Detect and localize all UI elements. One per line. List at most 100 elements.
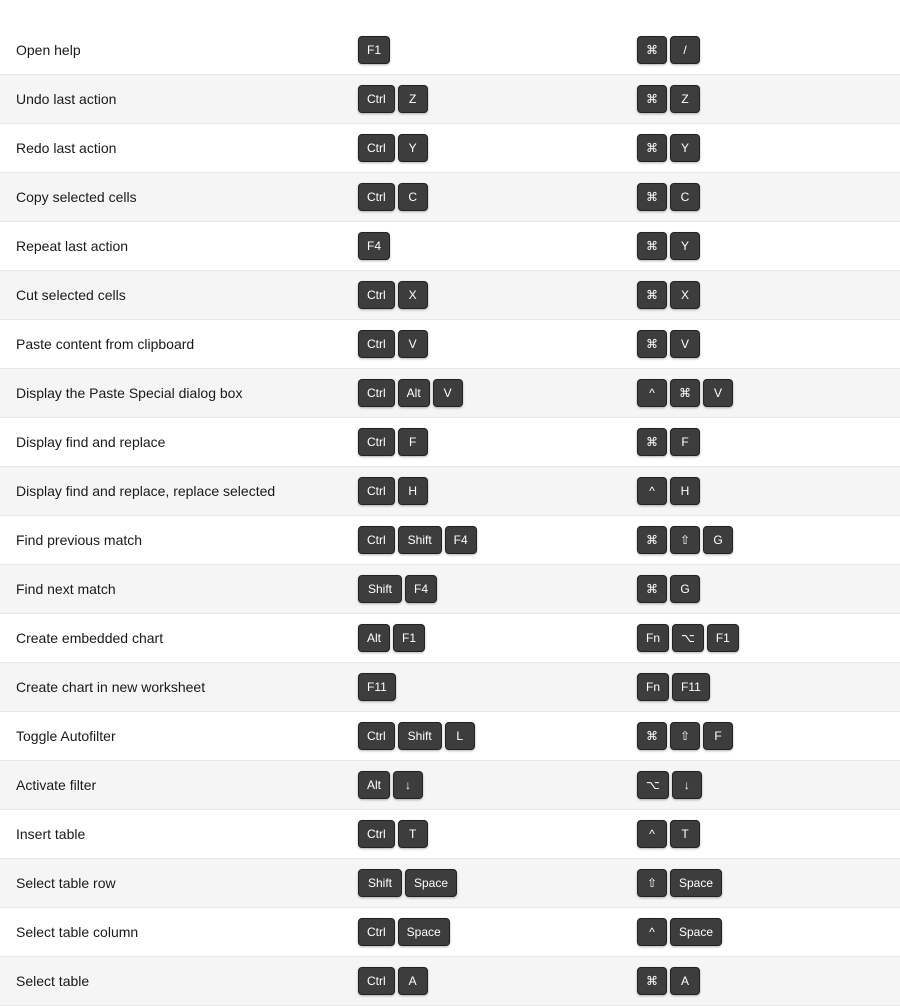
table-row: Redo last actionCtrlY⌘Y (0, 124, 900, 173)
table-row: Create embedded chartAltF1Fn⌥F1 (0, 614, 900, 663)
windows-keys-cell: F11 (342, 663, 621, 712)
mac-keys-cell: ⌘F (621, 418, 900, 467)
key-badge: Space (670, 869, 722, 897)
key-badge: ⌥ (672, 624, 704, 652)
table-row: Select tableCtrlA⌘A (0, 957, 900, 1006)
key-badge: ^ (637, 477, 667, 505)
key-badge: Ctrl (358, 722, 395, 750)
key-badge: A (670, 967, 700, 995)
key-badge: Shift (398, 526, 442, 554)
action-label: Display find and replace, replace select… (0, 467, 342, 516)
key-badge: X (398, 281, 428, 309)
page: Open helpF1⌘/Undo last actionCtrlZ⌘ZRedo… (0, 0, 900, 1006)
action-label: Select table (0, 957, 342, 1006)
key-badge: F4 (405, 575, 437, 603)
table-row: Display the Paste Special dialog boxCtrl… (0, 369, 900, 418)
action-label: Find previous match (0, 516, 342, 565)
key-badge: ⇧ (670, 526, 700, 554)
table-row: Find previous matchCtrlShiftF4 ⌘⇧G (0, 516, 900, 565)
key-badge: X (670, 281, 700, 309)
key-badge: ⌘ (637, 36, 667, 64)
key-badge: Z (670, 85, 700, 113)
key-badge: ↓ (393, 771, 423, 799)
windows-keys-cell: CtrlShiftL (342, 712, 621, 761)
key-badge: Ctrl (358, 134, 395, 162)
windows-keys-cell: CtrlShiftF4 (342, 516, 621, 565)
key-badge: Alt (358, 771, 390, 799)
shortcuts-table: Open helpF1⌘/Undo last actionCtrlZ⌘ZRedo… (0, 26, 900, 1006)
windows-keys-cell: ShiftF4 (342, 565, 621, 614)
action-label: Paste content from clipboard (0, 320, 342, 369)
mac-keys-cell: ⌥↓ (621, 761, 900, 810)
key-badge: ⌘ (637, 575, 667, 603)
table-row: Paste content from clipboardCtrlV⌘V (0, 320, 900, 369)
key-badge: Y (670, 134, 700, 162)
mac-keys-cell: ⌘V (621, 320, 900, 369)
key-badge: Ctrl (358, 526, 395, 554)
key-badge: ⌘ (637, 330, 667, 358)
key-badge: Space (405, 869, 457, 897)
action-label: Repeat last action (0, 222, 342, 271)
table-row: Open helpF1⌘/ (0, 26, 900, 75)
key-badge: ⌥ (637, 771, 669, 799)
key-badge: ^ (637, 379, 667, 407)
mac-keys-cell: ^⌘V (621, 369, 900, 418)
key-badge: Ctrl (358, 428, 395, 456)
key-badge: Ctrl (358, 477, 395, 505)
key-badge: Ctrl (358, 281, 395, 309)
mac-keys-cell: ^Space (621, 908, 900, 957)
key-badge: H (398, 477, 428, 505)
mac-keys-cell: ⌘⇧F (621, 712, 900, 761)
key-badge: V (433, 379, 463, 407)
key-badge: L (445, 722, 475, 750)
mac-keys-cell: ⌘/ (621, 26, 900, 75)
key-badge: ⌘ (637, 967, 667, 995)
key-badge: / (670, 36, 700, 64)
key-badge: V (670, 330, 700, 358)
windows-keys-cell: CtrlSpace (342, 908, 621, 957)
key-badge: Y (398, 134, 428, 162)
windows-keys-cell: CtrlH (342, 467, 621, 516)
table-row: Copy selected cellsCtrlC⌘C (0, 173, 900, 222)
key-badge: Fn (637, 673, 669, 701)
key-badge: Space (398, 918, 450, 946)
action-label: Open help (0, 26, 342, 75)
key-badge: Shift (398, 722, 442, 750)
key-badge: F (703, 722, 733, 750)
action-label: Cut selected cells (0, 271, 342, 320)
key-badge: ⌘ (637, 526, 667, 554)
key-badge: T (670, 820, 700, 848)
key-badge: G (703, 526, 733, 554)
key-badge: V (398, 330, 428, 358)
key-badge: Space (670, 918, 722, 946)
key-badge: ⇧ (637, 869, 667, 897)
mac-keys-cell: ^H (621, 467, 900, 516)
windows-keys-cell: CtrlF (342, 418, 621, 467)
action-label: Create chart in new worksheet (0, 663, 342, 712)
key-badge: Ctrl (358, 85, 395, 113)
action-label: Toggle Autofilter (0, 712, 342, 761)
key-badge: ^ (637, 918, 667, 946)
key-badge: Ctrl (358, 183, 395, 211)
windows-keys-cell: CtrlX (342, 271, 621, 320)
key-badge: Shift (358, 575, 402, 603)
mac-keys-cell: ⌘Z (621, 75, 900, 124)
windows-keys-cell: Alt↓ (342, 761, 621, 810)
table-row: Undo last actionCtrlZ⌘Z (0, 75, 900, 124)
key-badge: Ctrl (358, 918, 395, 946)
key-badge: Fn (637, 624, 669, 652)
key-badge: ⌘ (637, 722, 667, 750)
key-badge: ↓ (672, 771, 702, 799)
mac-keys-cell: ⌘A (621, 957, 900, 1006)
windows-keys-cell: ShiftSpace (342, 859, 621, 908)
key-badge: F11 (358, 673, 396, 701)
key-badge: Y (670, 232, 700, 260)
windows-keys-cell: AltF1 (342, 614, 621, 663)
action-label: Copy selected cells (0, 173, 342, 222)
key-badge: Z (398, 85, 428, 113)
key-badge: Ctrl (358, 820, 395, 848)
key-badge: A (398, 967, 428, 995)
table-row: Toggle AutofilterCtrlShiftL⌘⇧F (0, 712, 900, 761)
key-badge: ⌘ (637, 281, 667, 309)
windows-keys-cell: F4 (342, 222, 621, 271)
